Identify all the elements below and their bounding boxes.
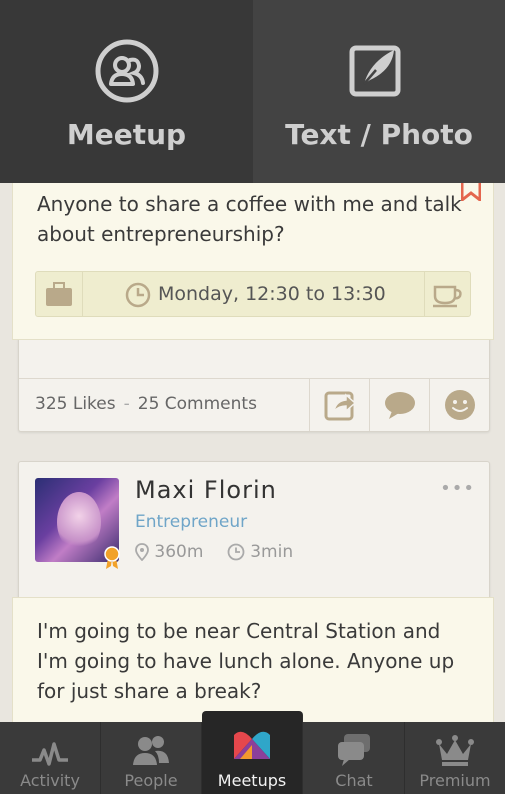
crown-icon [436,735,474,766]
nav-tab-activity[interactable]: Activity [0,722,101,794]
post-text: I'm going to be near Central Station and… [37,619,455,703]
comment-button[interactable] [369,379,430,431]
clock-icon [227,543,245,561]
react-button[interactable] [429,379,490,431]
location-pin-icon [135,543,149,562]
chat-bubbles-icon [338,734,370,766]
comment-icon [385,392,415,419]
coffee-cup-icon [433,285,462,308]
venue-cell [424,272,471,316]
nav-tab-chat[interactable]: Chat [304,722,405,794]
nav-label: People [124,771,178,790]
bottom-nav: Activity People Meetups Chat Premium [0,711,505,794]
likes-count[interactable]: 325 Likes [35,394,116,414]
pulse-icon [32,742,68,766]
people-icon [133,736,169,765]
smiley-icon [445,390,475,420]
more-options-button[interactable]: ••• [440,478,475,499]
create-post-menu: Meetup Text / Photo [0,0,505,183]
category-cell [36,272,83,316]
people-circle-icon [95,39,158,103]
share-icon [324,391,357,421]
author-role: Entrepreneur [135,512,248,532]
meetup-time: Monday, 12:30 to 13:30 [158,283,386,305]
stats-separator: - [123,394,130,414]
nav-label: Chat [335,771,373,790]
award-badge-icon [104,546,120,569]
edit-feather-icon [349,45,401,97]
text-photo-label: Text / Photo [285,118,473,151]
distance: 360m [154,542,204,562]
meetup-label: Meetup [66,118,187,151]
nav-tab-premium[interactable]: Premium [405,722,505,794]
nav-label: Meetups [217,771,287,790]
author-name[interactable]: Maxi Florin [135,476,277,504]
share-button[interactable] [309,379,370,431]
post-stats-row: 325 Likes -25 Comments [19,378,489,431]
meetup-time-bar: Monday, 12:30 to 13:30 [35,271,471,317]
meetups-logo-icon [234,731,270,759]
post-stats: 325 Likes -25 Comments [35,394,257,414]
briefcase-icon [46,282,72,306]
nav-label: Activity [20,771,80,790]
nav-tab-people[interactable]: People [101,722,202,794]
post-text: Anyone to share a coffee with me and tal… [37,192,462,246]
create-meetup-button[interactable]: Meetup [0,0,253,183]
clock-icon [125,282,151,308]
create-text-photo-button[interactable]: Text / Photo [253,0,505,183]
nav-label: Premium [419,771,491,790]
comments-count[interactable]: 25 Comments [138,394,257,414]
post-meta: 360m 3min [135,542,293,562]
time-ago: 3min [250,542,294,562]
nav-tab-meetups[interactable]: Meetups [202,711,303,794]
